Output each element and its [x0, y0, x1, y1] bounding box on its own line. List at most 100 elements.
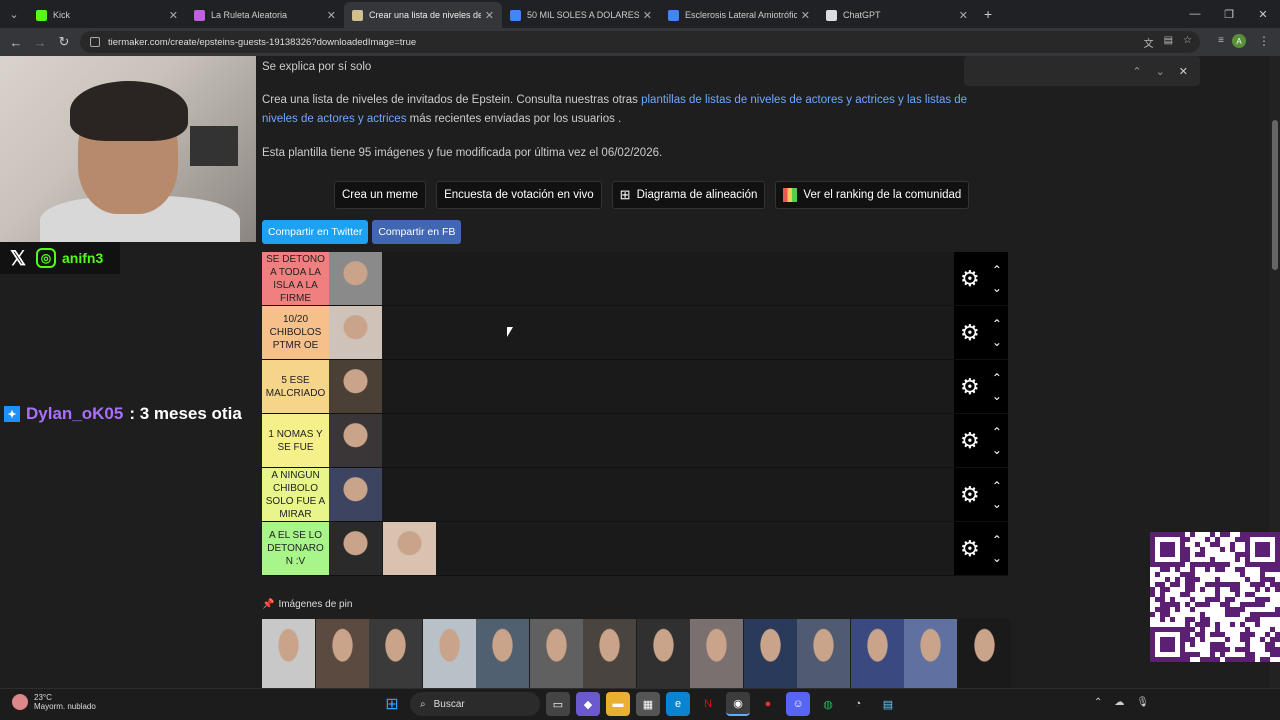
- gear-icon[interactable]: ⚙: [960, 482, 980, 508]
- tier-items[interactable]: [329, 414, 954, 467]
- chevron-up-icon[interactable]: ⌃: [992, 369, 1002, 387]
- tray-chevron-icon[interactable]: ⌃: [1094, 697, 1102, 708]
- tier-label[interactable]: 5 ESE MALCRIADO: [262, 360, 329, 413]
- tier-label[interactable]: SE DETONO A TODA LA ISLA A LA FIRME: [262, 252, 329, 305]
- tier-item-image[interactable]: [329, 468, 382, 521]
- app-gauge-icon[interactable]: ◔: [846, 692, 870, 716]
- media-control-icon[interactable]: ≡: [1218, 35, 1224, 46]
- forward-icon[interactable]: →: [28, 35, 52, 50]
- url-field[interactable]: tiermaker.com/create/epsteins-guests-191…: [80, 31, 1200, 53]
- profile-avatar[interactable]: A: [1232, 34, 1246, 48]
- tier-items[interactable]: [329, 360, 954, 413]
- pin-image[interactable]: [636, 619, 690, 688]
- chevron-down-icon[interactable]: ⌄: [992, 441, 1002, 459]
- discord-icon[interactable]: ☺: [786, 692, 810, 716]
- spotify-icon[interactable]: ◍: [816, 692, 840, 716]
- tab-close-icon[interactable]: ✕: [801, 9, 810, 22]
- minimize-icon[interactable]: —: [1178, 0, 1212, 28]
- windows-start-icon[interactable]: ⊞: [380, 692, 404, 716]
- pin-image[interactable]: [690, 619, 743, 688]
- live-poll-button[interactable]: Encuesta de votación en vivo: [436, 181, 602, 209]
- pin-image[interactable]: [422, 619, 476, 688]
- pin-image[interactable]: [315, 619, 369, 688]
- tier-item-image[interactable]: [329, 252, 382, 305]
- pin-image[interactable]: [262, 619, 315, 688]
- browser-tab[interactable]: La Ruleta Aleatoria ✕: [186, 2, 344, 28]
- share-twitter-button[interactable]: Compartir en Twitter: [262, 220, 369, 244]
- close-window-icon[interactable]: ✕: [1246, 0, 1280, 28]
- chevron-up-icon[interactable]: ⌃: [992, 261, 1002, 279]
- tier-items[interactable]: [329, 306, 954, 359]
- tier-label[interactable]: A NINGUN CHIBOLO SOLO FUE A MIRAR: [262, 468, 329, 521]
- chevron-up-icon[interactable]: ⌃: [992, 477, 1002, 495]
- find-prev-icon[interactable]: ⌃: [1132, 65, 1141, 78]
- chevron-up-icon[interactable]: ⌃: [992, 531, 1002, 549]
- pin-image[interactable]: [743, 619, 797, 688]
- back-icon[interactable]: ←: [4, 35, 28, 50]
- pin-image[interactable]: [529, 619, 583, 688]
- menu-kebab-icon[interactable]: ⋮: [1258, 34, 1270, 48]
- bookmark-star-icon[interactable]: ☆: [1183, 35, 1192, 50]
- browser-tab[interactable]: ChatGPT ✕: [818, 2, 976, 28]
- tier-item-image[interactable]: [383, 522, 436, 575]
- weather-widget[interactable]: 23°C Mayorm. nublado: [12, 693, 96, 711]
- browser-tab[interactable]: Esclerosis Lateral Amiotrófica (E ✕: [660, 2, 818, 28]
- pin-image[interactable]: [850, 619, 904, 688]
- tab-close-icon[interactable]: ✕: [643, 9, 652, 22]
- gear-icon[interactable]: ⚙: [960, 374, 980, 400]
- tier-item-image[interactable]: [329, 360, 382, 413]
- tier-items[interactable]: [329, 468, 954, 521]
- tab-search-icon[interactable]: ⌄: [0, 0, 28, 28]
- share-fb-button[interactable]: Compartir en FB: [372, 220, 462, 244]
- store-icon[interactable]: ▦: [636, 692, 660, 716]
- chevron-up-icon[interactable]: ⌃: [992, 315, 1002, 333]
- scrollbar-thumb[interactable]: [1272, 120, 1278, 270]
- chevron-down-icon[interactable]: ⌄: [992, 549, 1002, 567]
- tier-items[interactable]: [329, 252, 954, 305]
- tier-item-image[interactable]: [329, 414, 382, 467]
- tier-label[interactable]: A EL SE LO DETONARO N :V: [262, 522, 329, 575]
- netflix-icon[interactable]: N: [696, 692, 720, 716]
- pin-image[interactable]: [369, 619, 422, 688]
- pin-image[interactable]: [583, 619, 636, 688]
- tab-close-icon[interactable]: ✕: [327, 9, 336, 22]
- browser-tab[interactable]: Crear una lista de niveles de in ✕: [344, 2, 502, 28]
- notepad-icon[interactable]: ▤: [876, 692, 900, 716]
- browser-tab[interactable]: Kick ✕: [28, 2, 186, 28]
- reload-icon[interactable]: ↻: [52, 34, 76, 50]
- alignment-chart-button[interactable]: ⊞ Diagrama de alineación: [611, 181, 766, 209]
- chevron-down-icon[interactable]: ⌄: [992, 495, 1002, 513]
- tray-cloud-icon[interactable]: ☁: [1114, 697, 1124, 708]
- tier-item-image[interactable]: [329, 522, 382, 575]
- microphone-icon[interactable]: 🎙: [1136, 697, 1149, 708]
- reader-icon[interactable]: ▤: [1164, 35, 1173, 50]
- tier-item-image[interactable]: [329, 306, 382, 359]
- find-close-icon[interactable]: ✕: [1179, 65, 1188, 78]
- tier-items[interactable]: [329, 522, 954, 575]
- chevron-down-icon[interactable]: ⌄: [992, 279, 1002, 297]
- app-red-icon[interactable]: ●: [756, 692, 780, 716]
- pin-image[interactable]: [797, 619, 850, 688]
- gear-icon[interactable]: ⚙: [960, 320, 980, 346]
- tab-close-icon[interactable]: ✕: [169, 9, 178, 22]
- pin-image[interactable]: [904, 619, 957, 688]
- chevron-down-icon[interactable]: ⌄: [992, 387, 1002, 405]
- task-view-icon[interactable]: ▭: [546, 692, 570, 716]
- community-ranking-button[interactable]: Ver el ranking de la comunidad: [775, 181, 970, 209]
- tier-label[interactable]: 1 NOMAS Y SE FUE: [262, 414, 329, 467]
- browser-tab[interactable]: 50 MIL SOLES A DOLARES - Bus ✕: [502, 2, 660, 28]
- chrome-icon[interactable]: ◉: [726, 692, 750, 716]
- restore-icon[interactable]: ❐: [1212, 0, 1246, 28]
- find-next-icon[interactable]: ⌄: [1156, 65, 1165, 78]
- tab-close-icon[interactable]: ✕: [959, 9, 968, 22]
- site-info-icon[interactable]: [90, 37, 100, 47]
- tier-label[interactable]: 10/20 CHIBOLOS PTMR OE: [262, 306, 329, 359]
- gear-icon[interactable]: ⚙: [960, 536, 980, 562]
- taskbar-search[interactable]: ⌕ Buscar: [410, 692, 540, 716]
- tab-close-icon[interactable]: ✕: [485, 9, 494, 22]
- new-tab-button[interactable]: +: [984, 6, 992, 22]
- create-meme-button[interactable]: Crea un meme: [334, 181, 427, 209]
- gear-icon[interactable]: ⚙: [960, 266, 980, 292]
- chevron-down-icon[interactable]: ⌄: [992, 333, 1002, 351]
- chevron-up-icon[interactable]: ⌃: [992, 423, 1002, 441]
